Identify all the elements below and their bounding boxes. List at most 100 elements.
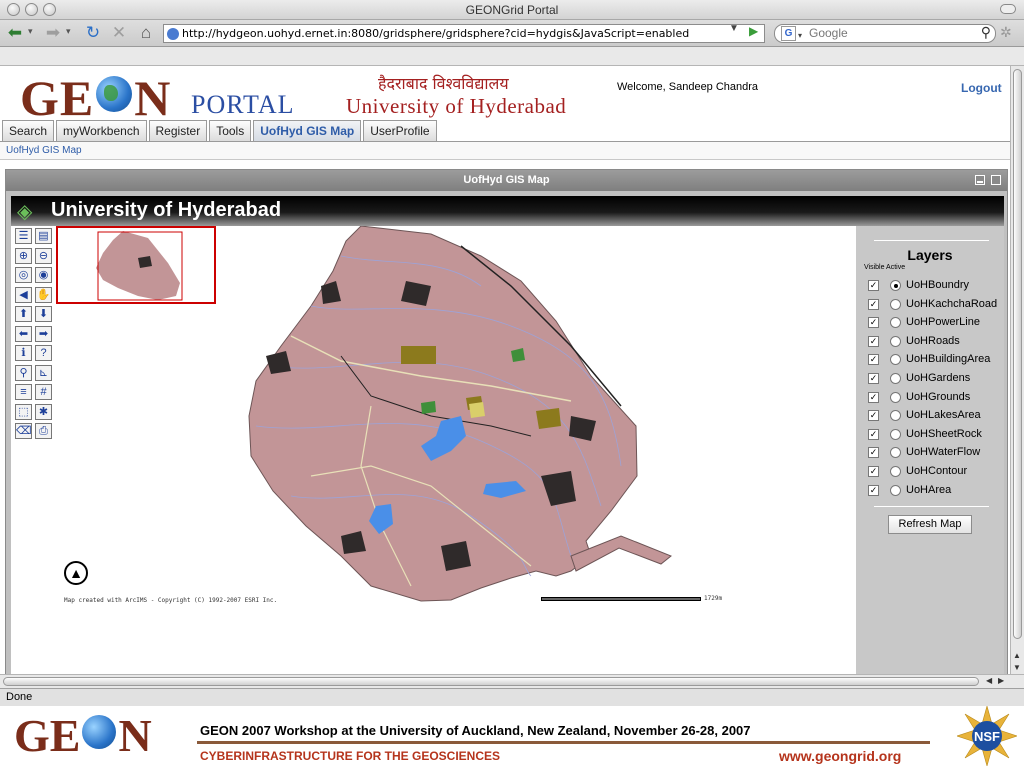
layer-active-radio[interactable] — [890, 410, 901, 422]
footer-rule — [197, 741, 930, 744]
scroll-right-icon[interactable]: ▶ — [998, 676, 1004, 685]
layer-visible-checkbox[interactable]: ✓ — [868, 428, 879, 440]
north-arrow-icon: ▲ — [64, 561, 88, 585]
site-favicon-icon — [167, 28, 179, 40]
search-input[interactable]: G ▾ Google ⚲ — [774, 24, 996, 43]
layer-visible-checkbox[interactable]: ✓ — [868, 391, 879, 403]
building-area — [536, 408, 561, 429]
nsf-logo: NSF — [957, 706, 1017, 766]
breadcrumb[interactable]: UofHyd GIS Map — [6, 145, 82, 156]
map-book-icon: ◈ — [17, 201, 33, 223]
tab-register[interactable]: Register — [148, 120, 208, 141]
layer-visible-checkbox[interactable]: ✓ — [868, 410, 879, 422]
horizontal-scrollbar-thumb[interactable] — [3, 677, 979, 686]
layers-divider-bottom — [874, 506, 989, 507]
home-icon[interactable]: ⌂ — [135, 23, 157, 43]
layer-visible-checkbox[interactable]: ✓ — [868, 335, 879, 347]
layer-label: UoHGrounds — [906, 390, 971, 403]
layer-label: UoHKachchaRoad — [906, 297, 998, 310]
toolbar-toggle-button[interactable] — [1000, 4, 1016, 14]
reload-icon[interactable]: ↻ — [82, 23, 104, 43]
portlet-maximize-icon[interactable] — [991, 175, 1001, 185]
layer-active-radio[interactable] — [890, 373, 901, 384]
search-engine-arrow-icon[interactable]: ▾ — [798, 27, 802, 44]
layer-row-uohwaterflow: ✓ UoHWaterFlow — [868, 445, 1003, 461]
layer-visible-checkbox[interactable]: ✓ — [868, 298, 879, 310]
footer-logo-text-left: GE — [14, 710, 81, 761]
overview-rock-area — [138, 256, 152, 268]
footer-globe-icon — [82, 715, 117, 749]
forward-icon[interactable]: ➡ — [42, 23, 64, 43]
layer-active-radio[interactable] — [890, 298, 901, 310]
geon-logo[interactable]: GE N — [20, 70, 171, 126]
scroll-up-icon[interactable]: ▲ — [1013, 651, 1021, 660]
tab-search[interactable]: Search — [2, 120, 55, 141]
vertical-scrollbar[interactable]: ▲ ▼ — [1010, 66, 1024, 674]
layer-visible-checkbox[interactable]: ✓ — [868, 280, 879, 291]
status-text: Done — [6, 691, 33, 703]
layer-row-uohgardens: ✓ UoHGardens — [868, 371, 1003, 387]
logout-link[interactable]: Logout — [961, 81, 1002, 95]
nsf-label: NSF — [974, 729, 1000, 744]
geon-logo-text-right: N — [134, 70, 172, 126]
horizontal-scrollbar[interactable]: ◀ ▶ — [0, 674, 1024, 688]
portlet-minimize-icon[interactable] — [975, 175, 985, 185]
back-history-arrow-icon[interactable]: ▾ — [28, 26, 33, 37]
vertical-scrollbar-thumb[interactable] — [1013, 69, 1022, 639]
activity-spinner-icon: ✲ — [1000, 24, 1012, 40]
layer-label: UoHLakesArea — [906, 409, 981, 422]
sheet-rock-area — [441, 541, 471, 571]
breadcrumb-bar: UofHyd GIS Map — [0, 141, 1010, 160]
forward-history-arrow-icon[interactable]: ▾ — [66, 26, 71, 37]
layers-divider-top — [874, 240, 989, 241]
scroll-left-icon[interactable]: ◀ — [986, 676, 992, 685]
university-name-english: University of Hyderabad — [346, 94, 567, 118]
layer-visible-checkbox[interactable]: ✓ — [868, 466, 879, 477]
layer-row-uohgrounds: ✓ UoHGrounds — [868, 390, 1003, 406]
layer-visible-checkbox[interactable]: ✓ — [868, 354, 879, 366]
search-icon[interactable]: ⚲ — [981, 24, 991, 41]
search-placeholder: Google — [809, 26, 848, 40]
gis-map-portlet: UofHyd GIS Map ◈ University of Hyderabad… — [5, 169, 1008, 684]
tab-tools[interactable]: Tools — [209, 120, 252, 141]
layer-active-radio[interactable] — [890, 466, 901, 477]
layer-visible-checkbox[interactable]: ✓ — [868, 373, 879, 384]
layer-visible-checkbox[interactable]: ✓ — [868, 317, 879, 329]
url-history-dropdown-icon[interactable]: ▼ — [729, 23, 739, 34]
refresh-map-button[interactable]: Refresh Map — [888, 515, 972, 534]
layer-active-radio[interactable] — [890, 317, 901, 329]
layer-active-radio[interactable] — [890, 335, 901, 347]
footer-headline: GEON 2007 Workshop at the University of … — [200, 723, 751, 738]
url-input[interactable]: http://hydgeon.uohyd.ernet.in:8080/grids… — [163, 24, 765, 43]
back-icon[interactable]: ⬅ — [4, 23, 26, 43]
portlet-titlebar: UofHyd GIS Map — [6, 170, 1007, 191]
go-icon[interactable]: ▶ — [749, 24, 758, 38]
map-credit: Map created with ArcIMS - Copyright (C) … — [64, 597, 278, 604]
layer-visible-checkbox[interactable]: ✓ — [868, 484, 879, 496]
layer-row-uoharea: ✓ UoHArea — [868, 483, 1003, 499]
layers-title: Layers — [907, 247, 953, 263]
campus-boundary — [248, 226, 638, 602]
window-titlebar: GEONGrid Portal — [0, 0, 1024, 20]
tab-myworkbench[interactable]: myWorkbench — [56, 120, 147, 141]
university-name-hindi: हैदराबाद विश्वविद्यालय — [378, 74, 509, 93]
tab-userprofile[interactable]: UserProfile — [363, 120, 437, 141]
tab-uofhyd-gis-map[interactable]: UofHyd GIS Map — [253, 120, 362, 141]
layer-active-radio[interactable] — [890, 391, 901, 403]
layer-active-radio[interactable] — [890, 447, 901, 459]
layer-active-radio[interactable] — [890, 280, 901, 291]
layer-row-uohlakesarea: ✓ UoHLakesArea — [868, 408, 1003, 424]
search-engine-icon[interactable]: G — [781, 26, 796, 41]
layers-column-headers: Visible Active — [864, 264, 906, 271]
stop-icon[interactable]: ✕ — [108, 23, 130, 43]
layer-row-uohcontour: ✓ UoHContour — [868, 464, 1003, 480]
layer-visible-checkbox[interactable]: ✓ — [868, 447, 879, 459]
overview-map[interactable] — [56, 226, 216, 304]
footer-logo-text-right: N — [118, 710, 152, 761]
portal-page: GE N PORTAL हैदराबाद विश्वविद्यालय Univer… — [0, 66, 1010, 686]
garden-area — [421, 401, 436, 414]
layer-active-radio[interactable] — [890, 484, 901, 496]
scroll-down-icon[interactable]: ▼ — [1013, 663, 1021, 672]
layer-active-radio[interactable] — [890, 428, 901, 440]
layer-active-radio[interactable] — [890, 354, 901, 366]
